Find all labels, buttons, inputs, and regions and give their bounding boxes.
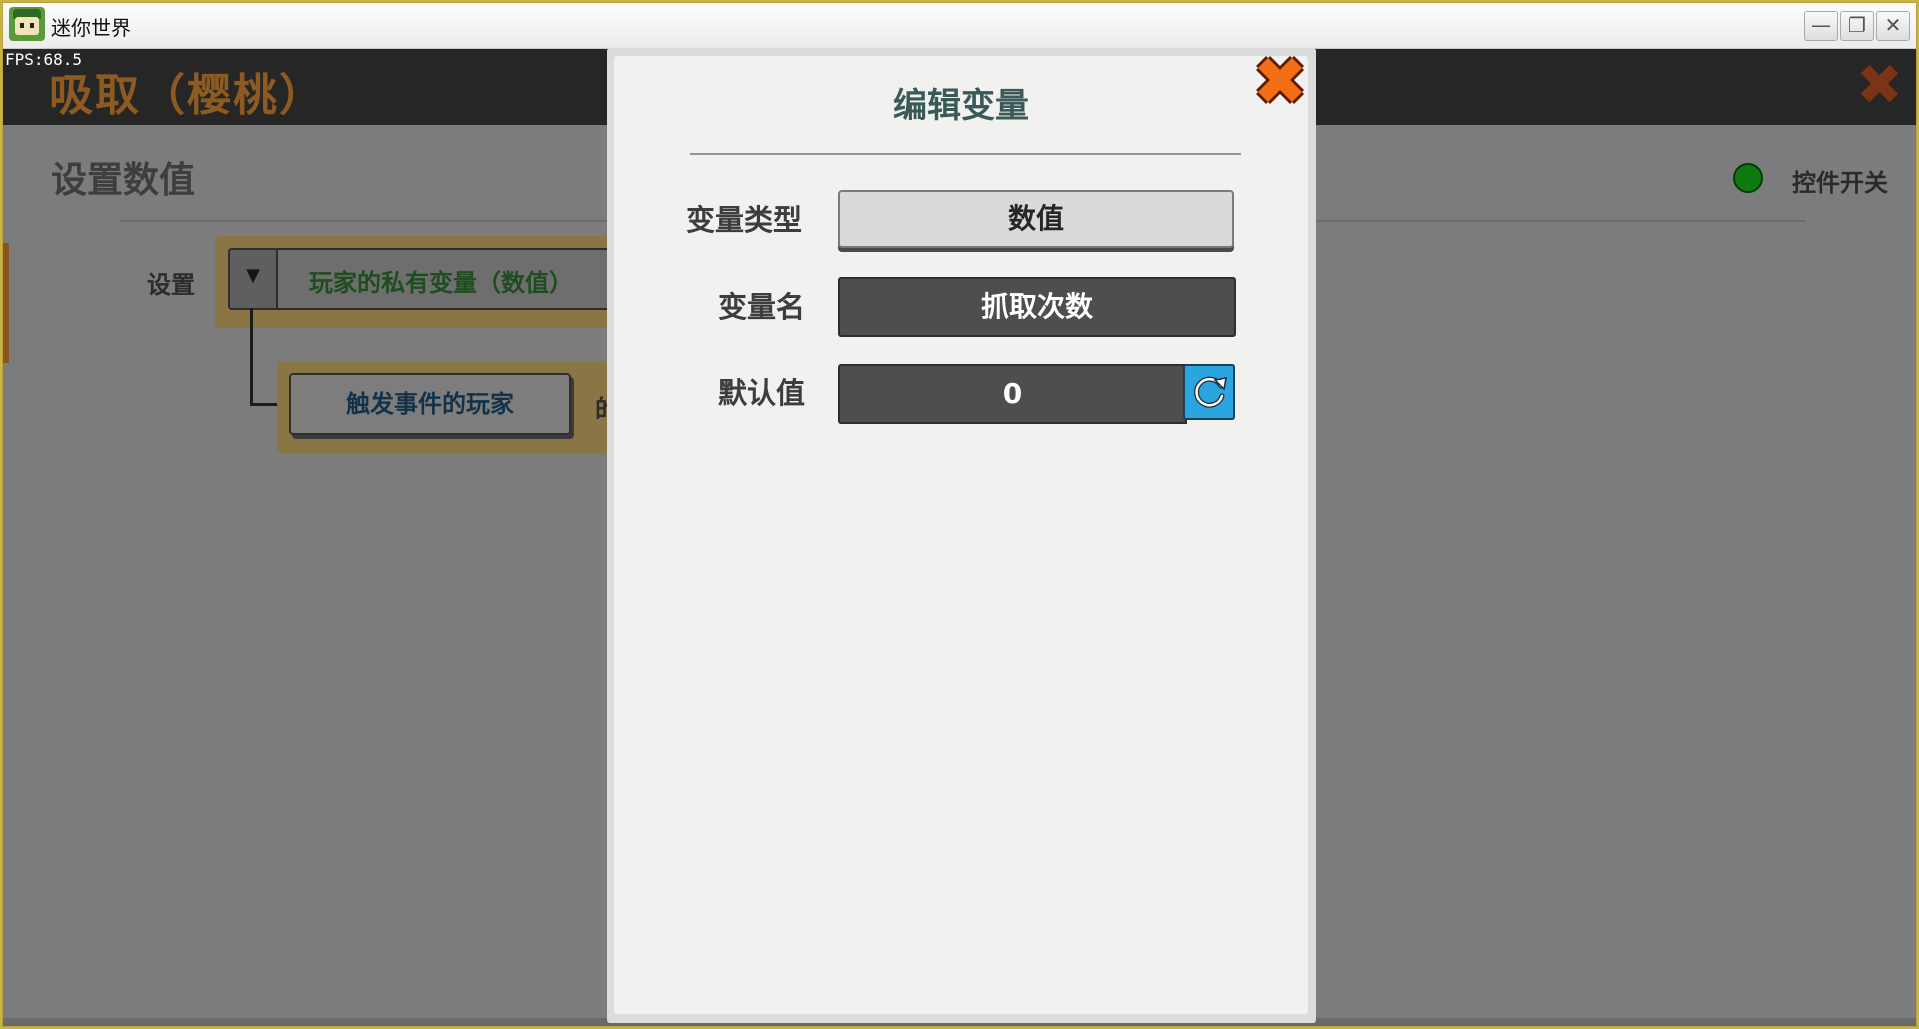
default-value-label: 默认值 [718,376,806,410]
variable-name-label: 变量名 [718,290,806,324]
tree-connector-vertical [250,308,253,405]
default-value-field[interactable]: 0 [838,364,1187,424]
variable-select-label: 玩家的私有变量（数值） [309,269,573,297]
left-accent-bar [3,243,9,363]
variable-name-field[interactable]: 抓取次数 [838,277,1236,337]
trigger-player-button[interactable]: 触发事件的玩家 [289,373,571,435]
set-label: 设置 [147,271,195,299]
chevron-down-icon[interactable]: ▼ [228,248,278,310]
page-title: 吸取（樱桃） [49,70,325,121]
section-title: 设置数值 [51,160,196,201]
app-icon [9,7,45,41]
control-switch-toggle[interactable] [1733,163,1763,193]
variable-type-label: 变量类型 [686,203,803,237]
refresh-icon[interactable] [1183,364,1235,420]
header-close-button[interactable]: ✖ [1856,58,1903,114]
dialog-title: 编辑变量 [893,86,1029,126]
control-switch-label: 控件开关 [1792,169,1888,197]
maximize-button[interactable]: ❐ [1840,11,1874,41]
window-close-button[interactable]: ✕ [1876,11,1910,41]
dialog-divider [690,153,1241,155]
close-icon[interactable]: ✖ [1252,49,1308,115]
minimize-button[interactable]: — [1804,11,1838,41]
window-title: 迷你世界 [51,16,131,40]
os-title-bar: 迷你世界 — ❐ ✕ [3,3,1916,49]
variable-type-button[interactable]: 数值 [838,190,1234,248]
